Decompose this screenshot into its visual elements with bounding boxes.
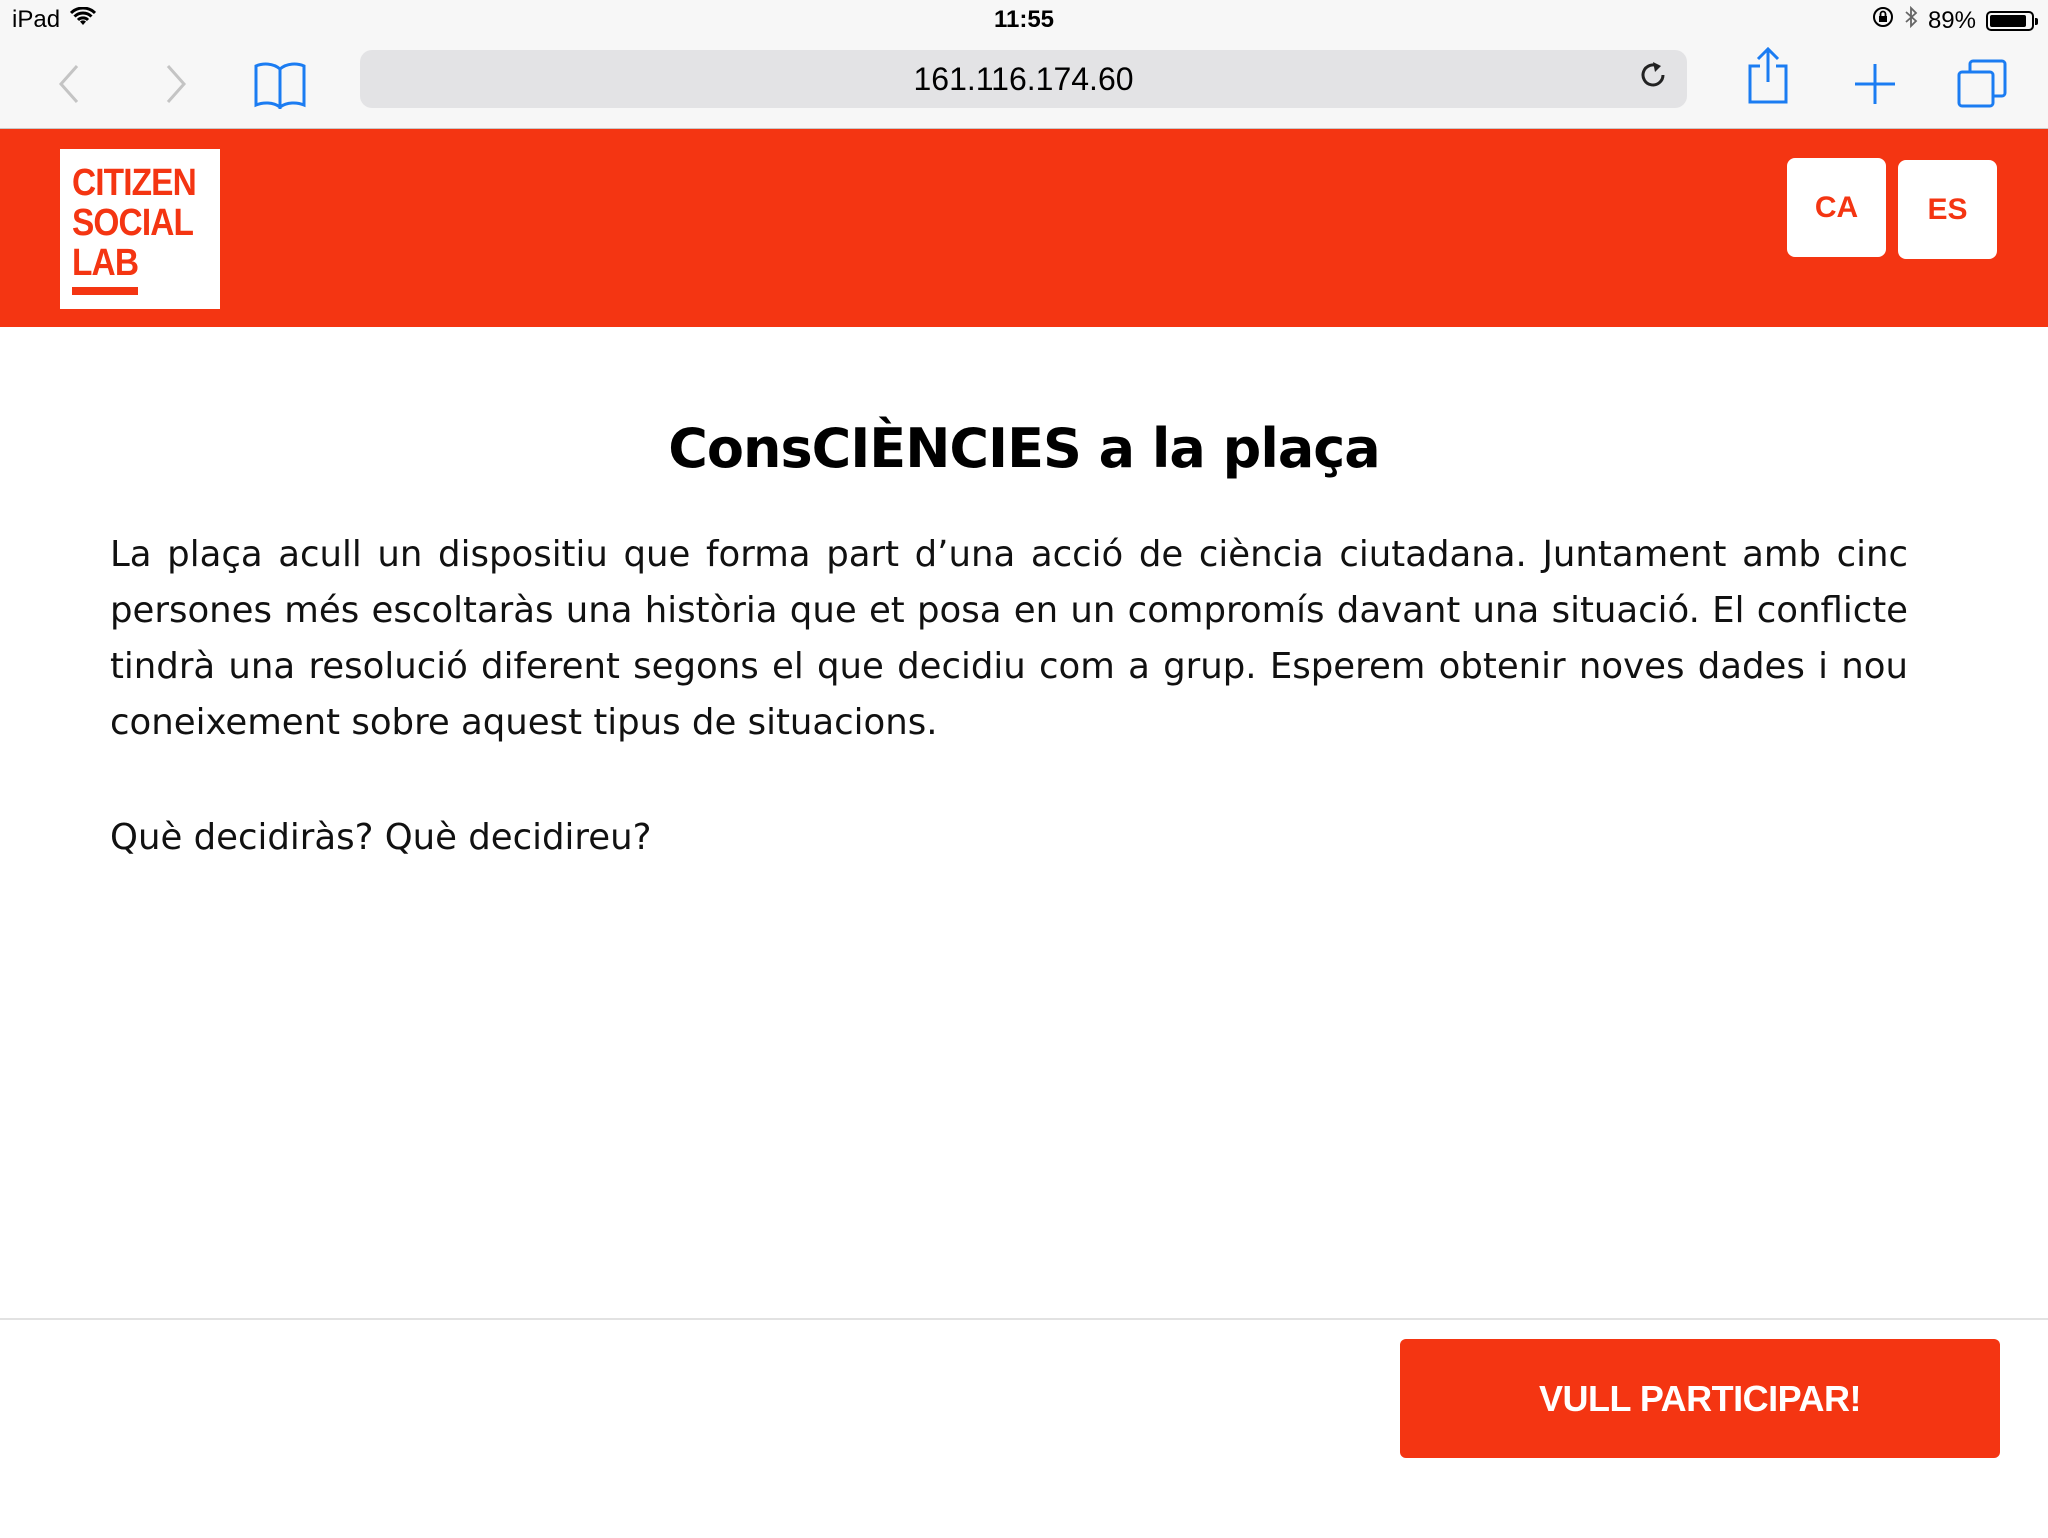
status-time: 11:55 [993, 6, 1055, 33]
battery-icon [1986, 10, 2038, 31]
language-button-ca[interactable]: CA [1787, 158, 1886, 257]
language-button-es[interactable]: ES [1898, 160, 1997, 259]
url-text: 161.116.174.60 [913, 60, 1134, 97]
battery-fill [1990, 14, 2026, 27]
footer: VULL PARTICIPAR! [0, 1318, 2048, 1538]
question-text: Què decidiràs? Què decidireu? [110, 817, 652, 858]
bookmarks-button[interactable] [250, 56, 310, 116]
logo-underline [72, 287, 138, 295]
main-content: ConsCIÈNCIES a la plaça La plaça acull u… [0, 327, 2048, 1317]
share-button[interactable] [1738, 46, 1798, 111]
bluetooth-icon [1904, 5, 1918, 35]
citizen-social-lab-logo[interactable]: CITIZEN SOCIAL LAB [60, 149, 220, 309]
forward-button[interactable] [145, 56, 205, 116]
status-right: 89% [1872, 5, 2038, 35]
new-tab-button[interactable] [1845, 56, 1905, 116]
intro-paragraph: La plaça acull un dispositiu que forma p… [110, 534, 1908, 743]
reload-icon [1637, 59, 1669, 99]
back-button[interactable] [40, 56, 100, 116]
battery-percent: 89% [1927, 6, 1976, 34]
tabs-icon [1956, 58, 2008, 115]
status-bar: iPad 11:55 89% [0, 0, 2048, 38]
orientation-lock-icon [1872, 6, 1894, 35]
new-tab-icon [1852, 61, 1898, 112]
site-header: CITIZEN SOCIAL LAB CA ES [0, 129, 2048, 327]
logo-line-3: LAB [72, 242, 139, 284]
participate-button[interactable]: VULL PARTICIPAR! [1400, 1339, 2000, 1458]
bookmarks-icon [253, 59, 307, 114]
forward-icon [160, 62, 190, 111]
reload-button[interactable] [1633, 59, 1673, 99]
back-icon [55, 62, 85, 111]
logo-line-2: SOCIAL [72, 202, 194, 244]
tabs-button[interactable] [1952, 56, 2012, 116]
logo-line-1: CITIZEN [72, 162, 197, 204]
page-title: ConsCIÈNCIES a la plaça [668, 417, 1380, 480]
share-icon [1746, 46, 1790, 111]
browser-toolbar: 161.116.174.60 [0, 38, 2048, 129]
address-bar[interactable]: 161.116.174.60 [360, 50, 1687, 108]
